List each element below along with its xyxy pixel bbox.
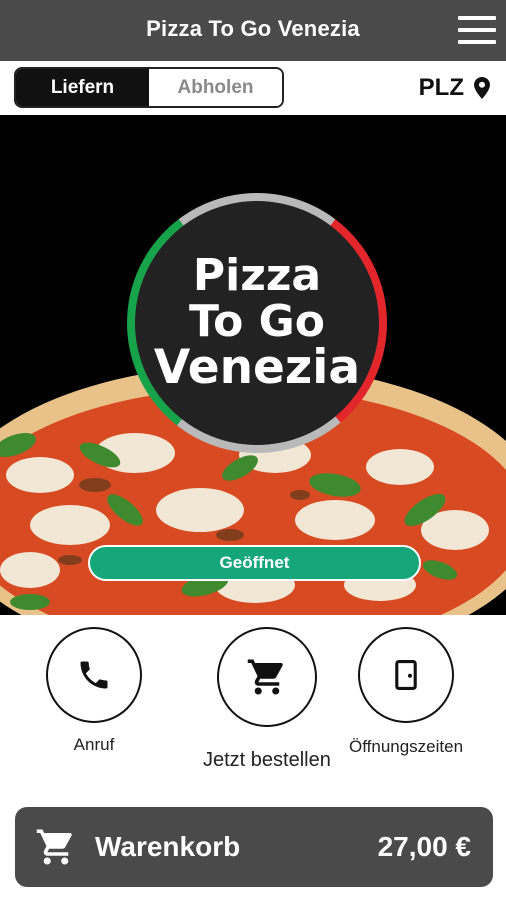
order-now-label: Jetzt bestellen — [203, 749, 331, 771]
hamburger-menu-icon[interactable] — [458, 14, 496, 46]
order-now-action[interactable]: Jetzt bestellen — [203, 627, 331, 772]
order-now-button[interactable] — [216, 627, 317, 727]
call-action[interactable]: Anruf — [46, 627, 142, 755]
door-icon — [395, 659, 417, 691]
hero-banner: Pizza To Go Venezia Geöffnet — [0, 115, 506, 615]
delivery-option[interactable]: Liefern — [16, 69, 149, 106]
cart-label: Warenkorb — [95, 831, 241, 862]
call-label: Anruf — [73, 735, 115, 754]
delivery-mode-toggle: Liefern Abholen — [14, 67, 284, 108]
app-header: Pizza To Go Venezia — [0, 0, 506, 61]
open-status-badge[interactable]: Geöffnet — [88, 545, 421, 581]
restaurant-logo: Pizza To Go Venezia — [127, 193, 387, 453]
logo-line-1: Pizza — [192, 250, 322, 302]
postcode-label: PLZ — [418, 74, 464, 101]
location-pin-icon — [474, 77, 490, 99]
shopping-cart-icon — [36, 829, 72, 865]
shopping-cart-icon — [247, 659, 283, 695]
phone-icon — [80, 661, 108, 689]
cart-bar[interactable]: Warenkorb 27,00 € — [15, 807, 493, 887]
logo-line-2: To Go — [188, 295, 326, 347]
opening-hours-action[interactable]: Öffnungszeiten — [349, 627, 463, 757]
quick-actions: Anruf Jetzt bestellen Öffnungszeiten — [0, 615, 506, 795]
opening-hours-label: Öffnungszeiten — [349, 737, 464, 756]
logo-line-3: Venezia — [153, 340, 361, 396]
call-button[interactable] — [46, 627, 142, 723]
cart-total: 27,00 € — [377, 831, 471, 862]
opening-hours-button[interactable] — [358, 627, 455, 723]
logo-center: Pizza To Go Venezia — [135, 201, 379, 445]
pickup-option[interactable]: Abholen — [149, 69, 282, 106]
app-title: Pizza To Go Venezia — [146, 16, 360, 41]
postcode-selector[interactable]: PLZ — [419, 74, 490, 102]
order-mode-bar: Liefern Abholen PLZ — [0, 61, 506, 115]
